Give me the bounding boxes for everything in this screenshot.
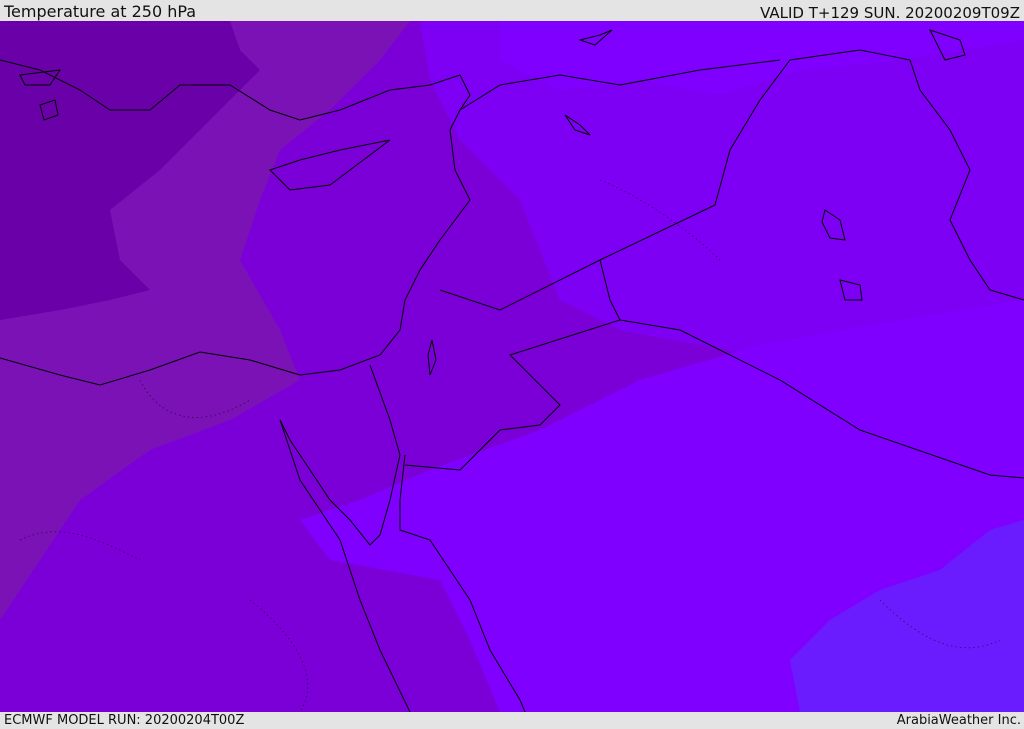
header-bar: Temperature at 250 hPa VALID T+129 SUN. … bbox=[0, 0, 1024, 21]
valid-time-label: VALID T+129 SUN. 20200209T09Z bbox=[760, 4, 1020, 22]
model-run-label: ECMWF MODEL RUN: 20200204T00Z bbox=[4, 713, 245, 728]
map-title: Temperature at 250 hPa bbox=[4, 2, 197, 21]
credit-label: ArabiaWeather Inc. bbox=[896, 713, 1021, 728]
footer-bar: ECMWF MODEL RUN: 20200204T00Z ArabiaWeat… bbox=[0, 712, 1024, 729]
temperature-map bbox=[0, 21, 1024, 712]
